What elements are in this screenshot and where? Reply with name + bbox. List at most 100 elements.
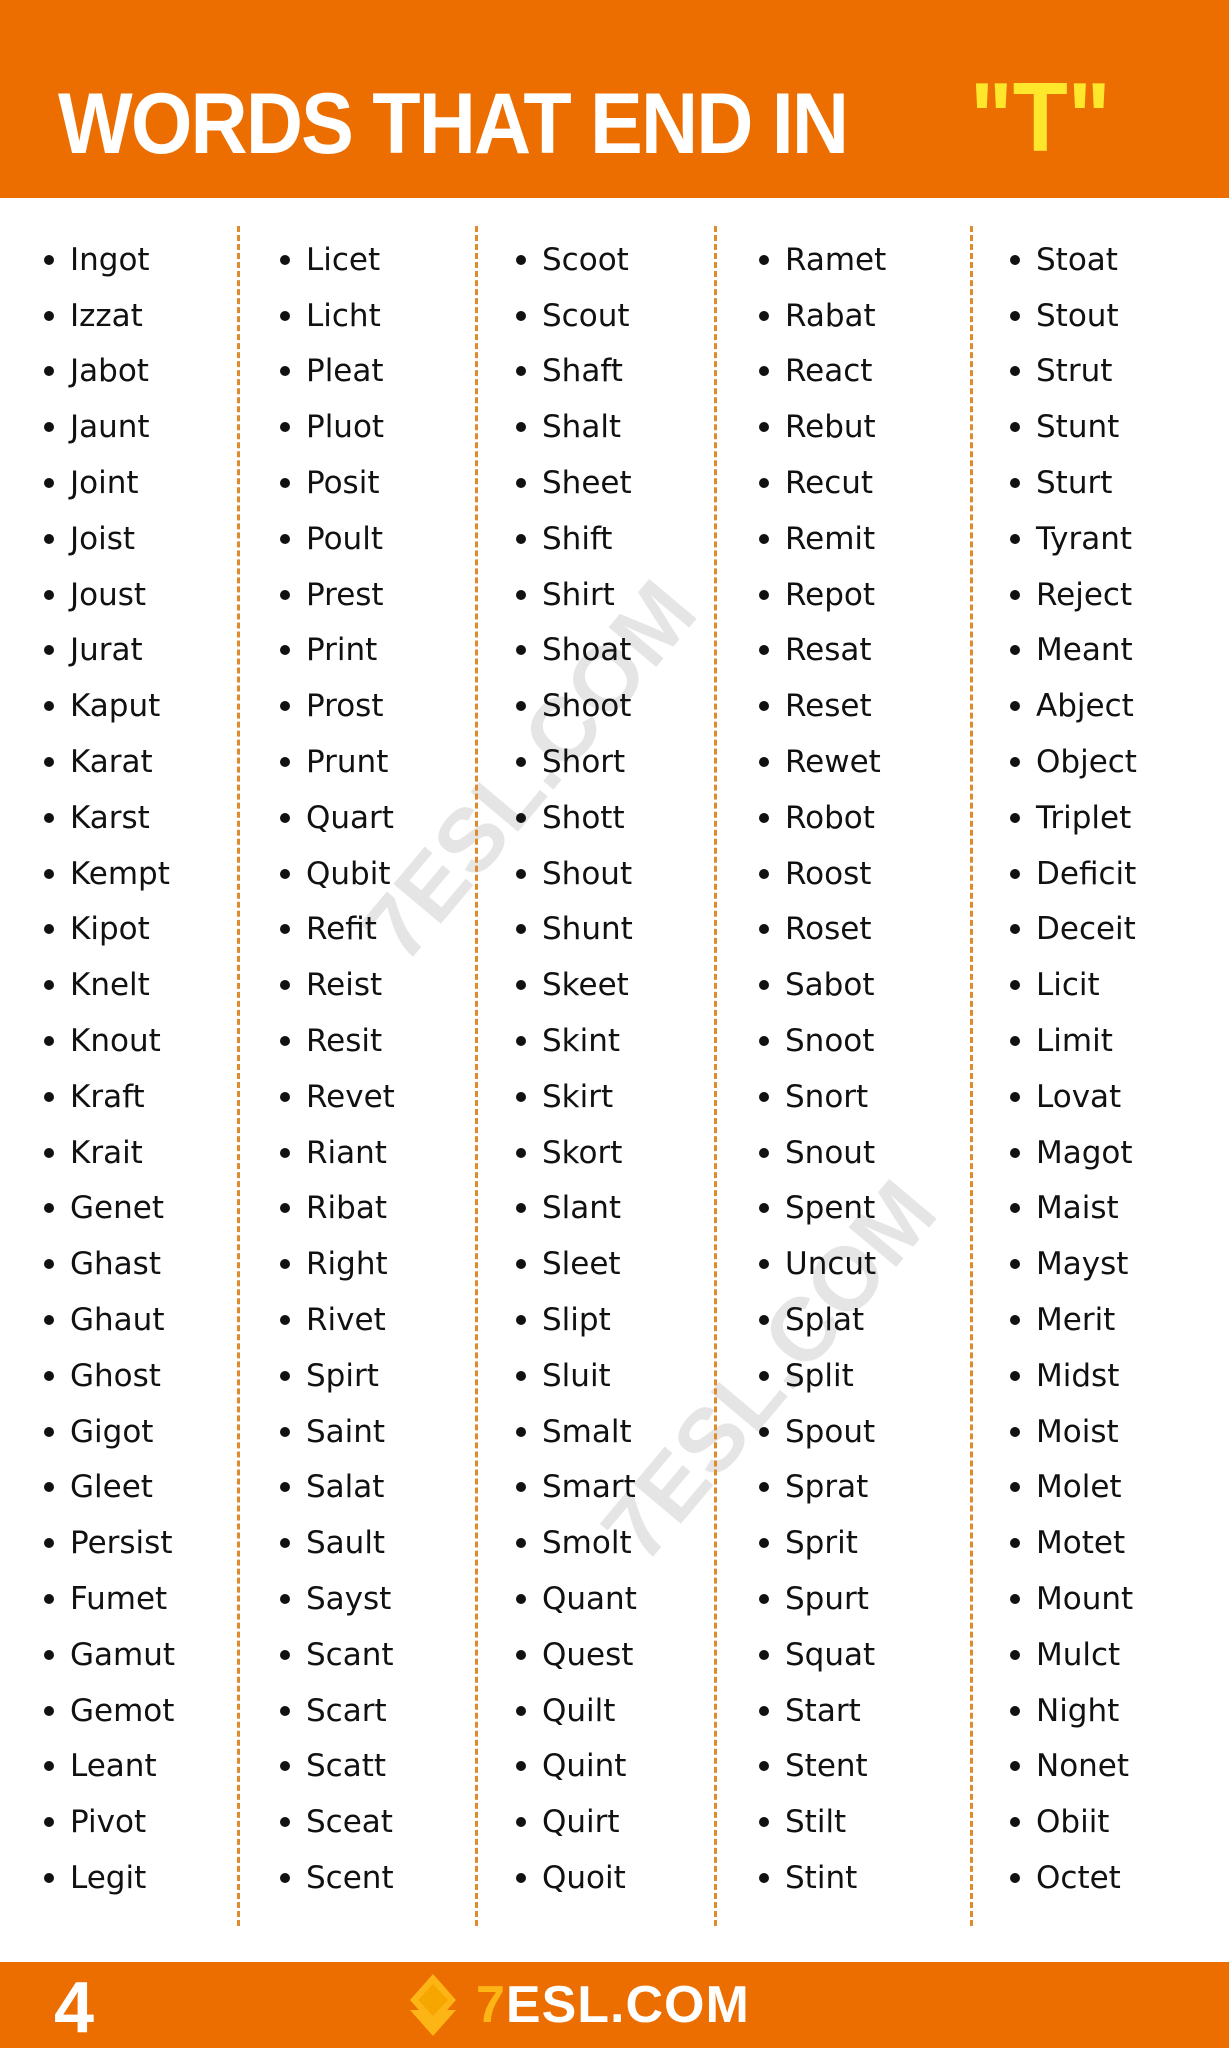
word-item: Pluot (280, 399, 395, 455)
word-text: Scout (542, 297, 630, 334)
word-text: Sceat (306, 1804, 393, 1841)
bullet-icon (516, 366, 526, 377)
bullet-icon (759, 366, 769, 377)
word-item: Spurt (759, 1571, 886, 1627)
bullet-icon (759, 1482, 769, 1493)
word-item: Izzat (44, 288, 175, 344)
word-item: Obiit (1010, 1794, 1137, 1850)
bullet-icon (44, 422, 54, 433)
word-text: Pluot (306, 409, 385, 446)
word-text: Jaunt (70, 409, 150, 446)
bullet-icon (44, 1594, 54, 1605)
word-text: Snort (785, 1078, 869, 1115)
word-text: Quant (542, 1581, 637, 1618)
word-item: Shoot (516, 678, 637, 734)
word-text: Scart (306, 1692, 387, 1729)
word-item: Ingot (44, 232, 175, 288)
word-text: Qubit (306, 855, 391, 892)
bullet-icon (44, 1482, 54, 1493)
bullet-icon (280, 1091, 290, 1102)
bullet-icon (1010, 1594, 1020, 1605)
word-item: Resit (280, 1013, 395, 1069)
bullet-icon (1010, 1426, 1020, 1437)
word-item: Gigot (44, 1404, 175, 1460)
word-item: Abject (1010, 678, 1137, 734)
word-text: Moist (1036, 1413, 1119, 1450)
word-item: Shout (516, 846, 637, 902)
bullet-icon (516, 980, 526, 991)
word-text: Shott (542, 799, 625, 836)
bullet-icon (1010, 1761, 1020, 1772)
word-item: Kraft (44, 1069, 175, 1125)
word-text: Repot (785, 576, 876, 613)
word-text: Skort (542, 1134, 623, 1171)
bullet-icon (44, 1259, 54, 1270)
word-item: Print (280, 623, 395, 679)
word-item: Qubit (280, 846, 395, 902)
word-text: Joist (70, 520, 136, 557)
word-text: Obiit (1036, 1804, 1110, 1841)
word-item: Molet (1010, 1460, 1137, 1516)
word-item: Sluit (516, 1348, 637, 1404)
word-item: Snoot (759, 1013, 886, 1069)
word-text: Jurat (70, 632, 143, 669)
word-item: Reject (1010, 567, 1137, 623)
word-text: Spent (785, 1190, 876, 1227)
bullet-icon (1010, 478, 1020, 489)
word-item: Prunt (280, 734, 395, 790)
bullet-icon (759, 478, 769, 489)
bullet-icon (1010, 1482, 1020, 1493)
bullet-icon (516, 1370, 526, 1381)
word-item: Skint (516, 1013, 637, 1069)
word-text: Snout (785, 1134, 876, 1171)
bullet-icon (280, 1594, 290, 1605)
bullet-icon (44, 1315, 54, 1326)
bullet-icon (759, 1259, 769, 1270)
word-text: Rebut (785, 409, 876, 446)
bullet-icon (516, 1259, 526, 1270)
word-text: Skint (542, 1023, 621, 1060)
word-item: Night (1010, 1683, 1137, 1739)
word-item: Moist (1010, 1404, 1137, 1460)
word-text: Licit (1036, 967, 1100, 1004)
word-item: Shoat (516, 623, 637, 679)
word-item: Rebut (759, 399, 886, 455)
word-text: Rewet (785, 744, 881, 781)
word-item: Merit (1010, 1292, 1137, 1348)
word-item: Stilt (759, 1794, 886, 1850)
bullet-icon (1010, 1091, 1020, 1102)
word-text: Slant (542, 1190, 622, 1227)
word-item: Triplet (1010, 790, 1137, 846)
word-item: Riant (280, 1125, 395, 1181)
word-item: Licit (1010, 957, 1137, 1013)
word-item: Sprit (759, 1515, 886, 1571)
word-item: Right (280, 1236, 395, 1292)
word-text: Sabot (785, 967, 875, 1004)
word-columns: Ingot Izzat Jabot Jaunt Joint Joist Joust Jurat… (0, 232, 1229, 1922)
word-item: Recut (759, 455, 886, 511)
word-item: Stout (1010, 288, 1137, 344)
word-item: Shaft (516, 344, 637, 400)
word-text: Joust (70, 576, 147, 613)
word-item: Leant (44, 1739, 175, 1795)
word-text: Smart (542, 1469, 636, 1506)
bullet-icon (516, 1817, 526, 1828)
word-item: Deceit (1010, 902, 1137, 958)
word-text: Gigot (70, 1413, 154, 1450)
word-text: Salat (306, 1469, 385, 1506)
bullet-icon (759, 980, 769, 991)
word-text: Pleat (306, 353, 384, 390)
word-text: Molet (1036, 1469, 1122, 1506)
word-text: Smolt (542, 1525, 632, 1562)
site-logo[interactable]: 7ESL.COM (398, 1970, 750, 2040)
word-item: Ghost (44, 1348, 175, 1404)
word-item: Slant (516, 1181, 637, 1237)
bullet-icon (759, 254, 769, 265)
bullet-icon (759, 924, 769, 935)
bullet-icon (280, 422, 290, 433)
bullet-icon (1010, 868, 1020, 879)
word-text: Ribat (306, 1190, 387, 1227)
bullet-icon (44, 310, 54, 321)
bullet-icon (280, 1817, 290, 1828)
word-item: Meant (1010, 623, 1137, 679)
